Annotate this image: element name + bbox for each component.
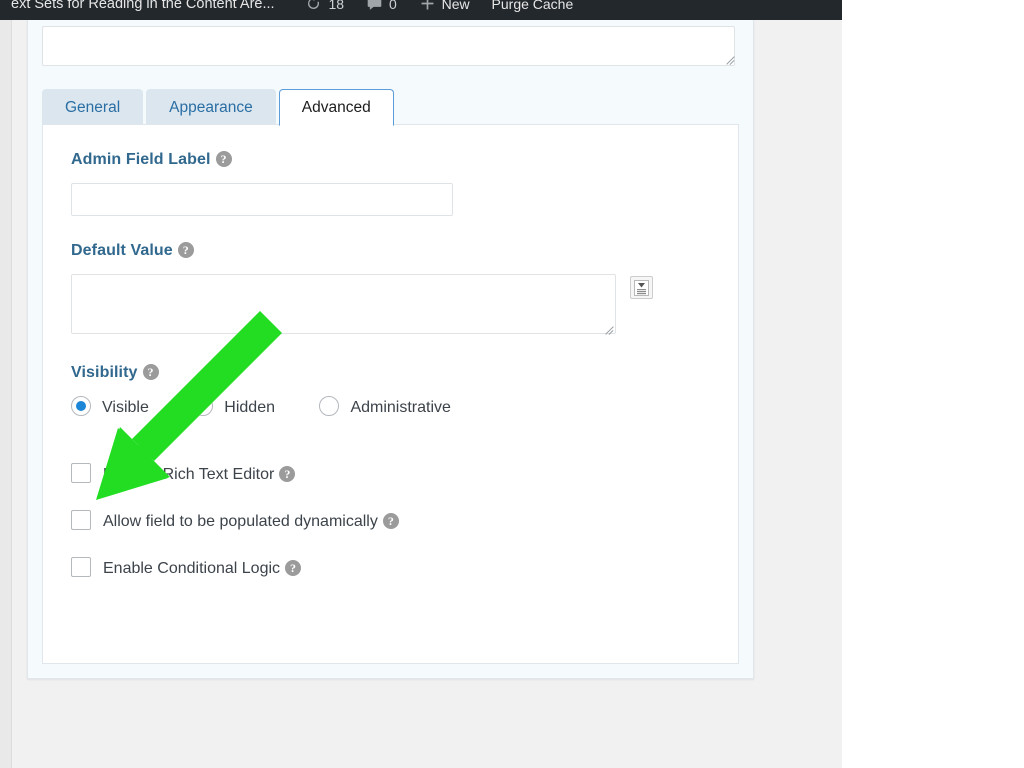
admin-menu-gutter [0, 20, 12, 768]
plus-icon [419, 0, 436, 12]
radio-indicator [319, 396, 340, 416]
checkbox-enable-conditional-logic-label: Enable Conditional Logic [103, 560, 281, 577]
admin-bar-site-title[interactable]: ext Sets for Reading in the Content Are.… [2, 0, 293, 20]
default-value-label-text: Default Value [71, 242, 173, 259]
radio-hidden[interactable]: Hidden [193, 396, 275, 417]
radio-visible[interactable]: Visible [71, 396, 149, 417]
tab-appearance[interactable]: Appearance [146, 89, 276, 126]
checkbox-use-rich-text-editor-label: Use the Rich Text Editor [103, 466, 275, 483]
admin-bar-new-label: New [441, 0, 470, 12]
help-icon[interactable]: ? [279, 466, 296, 482]
admin-bar-updates[interactable]: 18 [296, 0, 353, 20]
browser-page: ext Sets for Reading in the Content Are.… [0, 0, 842, 768]
admin-bar-new[interactable]: New [410, 0, 479, 20]
radio-hidden-label: Hidden [224, 399, 275, 416]
help-icon[interactable]: ? [142, 364, 159, 380]
default-value-label: Default Value? [71, 242, 710, 260]
radio-administrative-label: Administrative [350, 399, 451, 416]
radio-indicator [193, 396, 214, 416]
merge-tag-icon[interactable] [630, 276, 654, 299]
screenshot-root: ext Sets for Reading in the Content Are.… [0, 0, 1024, 768]
radio-visible-label: Visible [102, 399, 149, 416]
settings-tabs: General Appearance Advanced [42, 88, 739, 126]
checkbox-allow-dynamic-population-label: Allow field to be populated dynamically [103, 513, 378, 530]
visibility-label-text: Visibility [71, 364, 138, 381]
help-icon[interactable]: ? [285, 560, 302, 576]
comments-count: 0 [388, 0, 397, 12]
default-value-textarea[interactable] [71, 274, 616, 334]
visibility-label: Visibility? [71, 364, 710, 382]
updates-icon [305, 0, 322, 12]
help-icon[interactable]: ? [215, 151, 232, 167]
admin-field-label-input[interactable] [71, 183, 453, 216]
tab-advanced[interactable]: Advanced [278, 89, 394, 126]
admin-bar-purge-cache[interactable]: Purge Cache [483, 0, 583, 20]
radio-indicator [71, 396, 91, 416]
comment-bubble-icon [366, 0, 383, 12]
checkbox-indicator [71, 463, 91, 483]
checkbox-use-rich-text-editor[interactable]: Use the Rich Text Editor? [71, 463, 710, 484]
help-icon[interactable]: ? [382, 513, 399, 529]
radio-administrative[interactable]: Administrative [319, 396, 451, 417]
form-editor-column: General Appearance Advanced Admin Field … [13, 20, 842, 768]
setting-default-value: Default Value? [71, 242, 710, 334]
advanced-tab-panel: Admin Field Label? Default Value? Visibi… [42, 124, 739, 664]
admin-field-label-label: Admin Field Label? [71, 151, 710, 169]
setting-admin-field-label: Admin Field Label? [71, 151, 710, 216]
advanced-checkbox-group: Use the Rich Text Editor? Allow field to… [71, 463, 710, 578]
field-settings-panel: General Appearance Advanced Admin Field … [27, 20, 754, 679]
checkbox-indicator [71, 557, 91, 577]
help-icon[interactable]: ? [177, 242, 194, 258]
visibility-radio-group: Visible Hidden Administrative [71, 396, 710, 417]
checkbox-allow-dynamic-population[interactable]: Allow field to be populated dynamically? [71, 510, 710, 531]
admin-field-label-text: Admin Field Label [71, 151, 211, 168]
default-value-row [71, 274, 710, 334]
updates-count: 18 [328, 0, 345, 12]
checkbox-indicator [71, 510, 91, 530]
tab-general[interactable]: General [42, 89, 144, 126]
checkbox-enable-conditional-logic[interactable]: Enable Conditional Logic? [71, 557, 710, 578]
admin-bar-comments[interactable]: 0 [357, 0, 406, 20]
setting-visibility: Visibility? Visible Hidden Administrativ… [71, 364, 710, 417]
wp-admin-bar: ext Sets for Reading in the Content Are.… [0, 0, 842, 20]
previous-setting-textarea[interactable] [42, 26, 735, 66]
